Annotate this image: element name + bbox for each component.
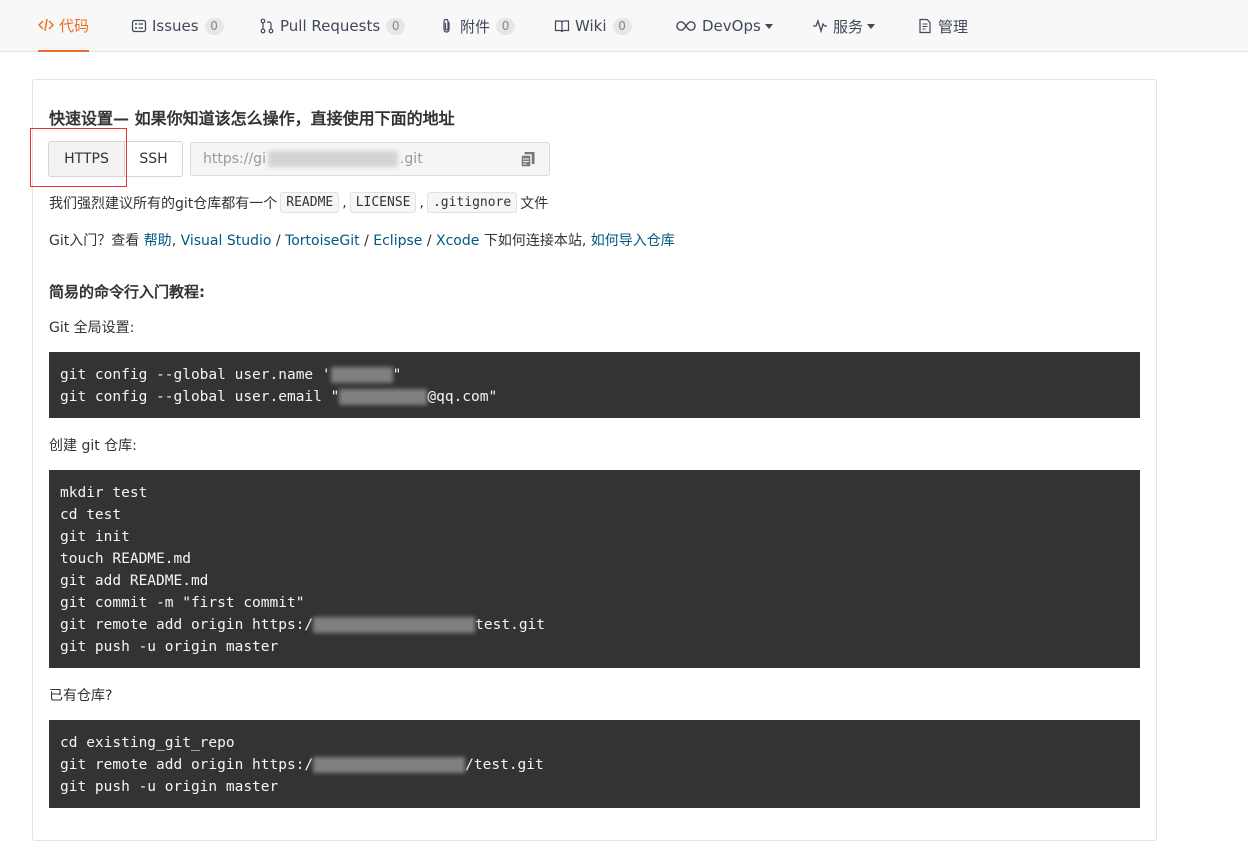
existing-repo-code: cd existing_git_repo git remote add orig…: [49, 720, 1140, 808]
chevron-down-icon: [867, 23, 876, 29]
chevron-down-icon: [764, 23, 773, 29]
existing-repo-label: 已有仓库?: [49, 688, 113, 704]
global-settings-label: Git 全局设置:: [49, 320, 135, 336]
create-repo-code: mkdir test cd test git init touch README…: [49, 470, 1140, 668]
repo-tab-bar: 代码 Issues 0 Pull Requests 0 附件 0 Wiki 0 …: [0, 0, 1248, 52]
help-prefix: Git入门？查看: [49, 233, 144, 249]
document-settings-icon: [917, 18, 933, 34]
tab-devops[interactable]: DevOps: [675, 0, 773, 52]
create-repo-label: 创建 git 仓库:: [49, 438, 137, 454]
tab-services[interactable]: 服务: [812, 0, 876, 52]
tab-pull-requests[interactable]: Pull Requests 0: [259, 0, 406, 52]
code-line: git remote add origin https:/test.git: [60, 617, 546, 633]
code-icon: [38, 17, 54, 33]
xcode-link[interactable]: Xcode: [436, 233, 479, 249]
tab-services-label: 服务: [833, 17, 864, 36]
readme-chip: README: [280, 192, 340, 213]
tab-code[interactable]: 代码: [38, 0, 90, 52]
tab-code-label: 代码: [59, 16, 90, 35]
help-link[interactable]: 帮助: [144, 233, 172, 249]
tab-devops-label: DevOps: [702, 17, 761, 35]
help-middle: 下如何连接本站,: [479, 233, 591, 249]
code-line: cd existing_git_repo: [60, 735, 235, 751]
code-line: mkdir test: [60, 485, 148, 501]
code-line: touch README.md: [60, 551, 191, 567]
wiki-count-badge: 0: [612, 17, 632, 35]
tab-wiki[interactable]: Wiki 0: [554, 0, 632, 52]
recommendation-text: 我们强烈建议所有的git仓库都有一个 README, LICENSE, .git…: [49, 192, 548, 213]
code-line: git config --global user.name ' ": [60, 367, 402, 383]
tab-attachments[interactable]: 附件 0: [439, 0, 516, 52]
infinity-icon: [675, 18, 697, 34]
recommendation-tail: 文件: [520, 195, 549, 212]
recommendation-lead: 我们强烈建议所有的git仓库都有一个: [49, 195, 278, 212]
clone-url-field[interactable]: https://gi .git: [190, 142, 550, 176]
pulse-icon: [812, 18, 828, 34]
visual-studio-link[interactable]: Visual Studio: [181, 233, 272, 249]
paperclip-icon: [439, 18, 455, 34]
tutorial-heading: 简易的命令行入门教程:: [49, 283, 205, 301]
tab-manage[interactable]: 管理: [917, 0, 968, 52]
tab-pull-requests-label: Pull Requests: [280, 17, 381, 35]
global-config-code: git config --global user.name ' " git con…: [49, 352, 1140, 418]
book-icon: [554, 18, 570, 34]
code-line: git push -u origin master: [60, 779, 279, 795]
getting-started-line: Git入门？查看 帮助, Visual Studio / TortoiseGit…: [49, 233, 675, 249]
tortoisegit-link[interactable]: TortoiseGit: [285, 233, 360, 249]
code-line: git commit -m "first commit": [60, 595, 305, 611]
license-chip: LICENSE: [349, 192, 417, 213]
pull-requests-count-badge: 0: [386, 17, 406, 35]
code-line: cd test: [60, 507, 122, 523]
pull-request-icon: [259, 18, 275, 34]
ssh-button[interactable]: SSH: [125, 141, 183, 177]
tab-manage-label: 管理: [938, 17, 969, 36]
protocol-toggle: HTTPS SSH: [48, 141, 183, 177]
tab-attachments-label: 附件: [460, 17, 491, 36]
import-repo-link[interactable]: 如何导入仓库: [591, 233, 675, 249]
code-line: git add README.md: [60, 573, 209, 589]
issues-count-badge: 0: [204, 17, 224, 35]
code-line: git init: [60, 529, 130, 545]
copy-icon[interactable]: [520, 151, 536, 168]
code-line: git config --global user.email " @qq.com": [60, 389, 498, 405]
clone-url-suffix: .git: [399, 151, 423, 167]
tab-issues[interactable]: Issues 0: [131, 0, 224, 52]
https-button[interactable]: HTTPS: [48, 141, 125, 177]
eclipse-link[interactable]: Eclipse: [373, 233, 422, 249]
clone-url-prefix: https://gi: [203, 151, 266, 167]
tab-issues-label: Issues: [152, 17, 199, 35]
attachments-count-badge: 0: [496, 17, 516, 35]
tab-wiki-label: Wiki: [575, 17, 607, 35]
quick-setup-heading: 快速设置— 如果你知道该怎么操作，直接使用下面的地址: [49, 109, 455, 128]
code-line: git remote add origin https://test.git: [60, 757, 544, 773]
redacted-url: [267, 151, 398, 167]
gitignore-chip: .gitignore: [426, 192, 518, 213]
code-line: git push -u origin master: [60, 639, 279, 655]
issues-icon: [131, 18, 147, 34]
